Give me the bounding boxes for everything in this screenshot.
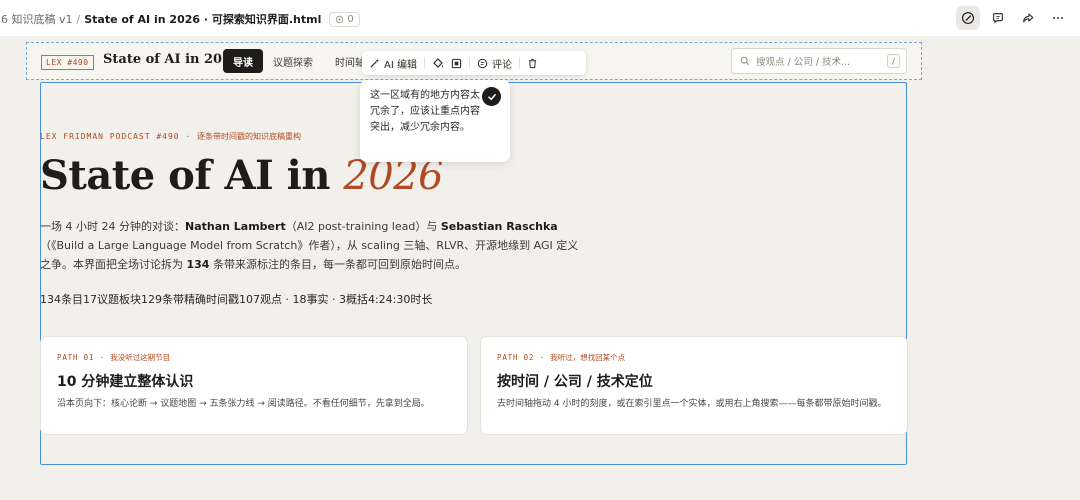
stats-line: 134条目17议题板块129条带精确时间戳107观点 · 18事实 · 3概括4… [40,293,433,306]
app-bar: 26 知识底稿 v1 / State of AI in 2026 · 可探索知识… [0,0,1080,36]
ai-edit-button[interactable]: AI 编辑 [362,51,424,75]
search-shortcut-key: / [887,54,900,68]
comment-button[interactable]: 评论 [470,51,519,75]
breadcrumb-separator: / [76,12,81,26]
kicker-latin: LEX FRIDMAN PODCAST #490 · [40,132,198,141]
ai-edit-label: AI 编辑 [384,59,417,71]
path-label-cn: 我听过，想找回某个点 [550,353,626,362]
title-main: State of AI in [40,152,344,199]
comment-count: 0 [347,13,354,25]
path-title: 按时间 / 公司 / 技术定位 [497,374,653,390]
frame-icon [451,58,462,68]
magic-wand-icon [370,58,380,68]
resolve-check-icon[interactable] [482,87,501,106]
tab-topics[interactable]: 议题探索 [273,54,313,69]
episode-badge: LEX #490 [41,55,94,70]
path-description: 沿本页向下：核心论断 → 议题地图 → 五条张力线 → 阅读路径。不看任何细节，… [57,399,430,409]
fill-icon [433,58,443,68]
path-label-cn: 我没听过这期节目 [110,353,171,362]
trash-icon [528,58,537,68]
comment-count-badge[interactable]: 0 [329,11,360,27]
path-title: 10 分钟建立整体认识 [57,374,194,390]
path-label-latin: PATH 02 · [497,353,551,362]
comment-icon [477,58,488,68]
path-label-latin: PATH 01 · [57,353,111,362]
comment-bubble[interactable]: 这一区域有的地方内容太冗余了，应该让重点内容突出，减少冗余内容。 [360,80,510,162]
search-placeholder: 搜观点 / 公司 / 技术... [756,57,851,68]
frame-button[interactable] [451,51,469,75]
breadcrumb: 26 知识底稿 v1 / State of AI in 2026 · 可探索知识… [0,11,360,27]
delete-button[interactable] [520,51,545,75]
path-card-locate[interactable]: PATH 02 · 我听过，想找回某个点 按时间 / 公司 / 技术定位 去时间… [480,336,908,435]
speaker-2: Sebastian Raschka [440,220,558,233]
speaker-1: Nathan Lambert [184,220,286,233]
tab-timeline[interactable]: 时间轴 [335,54,365,69]
more-icon[interactable] [1046,6,1070,30]
fill-button[interactable] [425,51,451,75]
kicker-cn: 逐条带时间戳的知识底稿重构 [197,132,302,141]
path-description: 去时间轴拖动 4 小时的刻度，或在索引里点一个实体，或用右上角搜索——每条都带原… [497,399,887,409]
file-name: State of AI in 2026 · 可探索知识界面.html [84,13,322,26]
hero-kicker: LEX FRIDMAN PODCAST #490 · 逐条带时间戳的知识底稿重构 [40,131,301,142]
share-icon[interactable] [1016,6,1040,30]
edit-icon[interactable] [956,6,980,30]
comment-icon[interactable] [986,6,1010,30]
path-label: PATH 01 · 我没听过这期节目 [57,352,451,363]
intro-part-2: （AI2 post-training lead）与 [285,220,441,233]
comment-label: 评论 [491,59,512,71]
edit-toolbar: AI 编辑 评论 [362,51,586,75]
entry-count: 134 [186,258,210,271]
doc-nav-title: State of AI in 2026 [103,52,241,67]
search-input[interactable]: 搜观点 / 公司 / 技术... / [731,48,907,74]
intro-part-4: 条带来源标注的条目，每一条都可回到原始时间点。 [209,258,466,271]
breadcrumb-folder[interactable]: 26 知识底稿 v1 [0,11,73,27]
path-label: PATH 02 · 我听过，想找回某个点 [497,352,891,363]
search-icon [740,56,750,66]
path-card-overview[interactable]: PATH 01 · 我没听过这期节目 10 分钟建立整体认识 沿本页向下：核心论… [40,336,468,435]
tab-guide[interactable]: 导读 [223,49,263,73]
comment-text: 这一区域有的地方内容太冗余了，应该让重点内容突出，减少冗余内容。 [370,90,480,133]
intro-part-1: 一场 4 小时 24 分钟的对谈： [40,220,185,233]
intro-paragraph: 一场 4 小时 24 分钟的对谈：Nathan Lambert（AI2 post… [40,217,588,274]
comment-small-icon [336,15,344,23]
